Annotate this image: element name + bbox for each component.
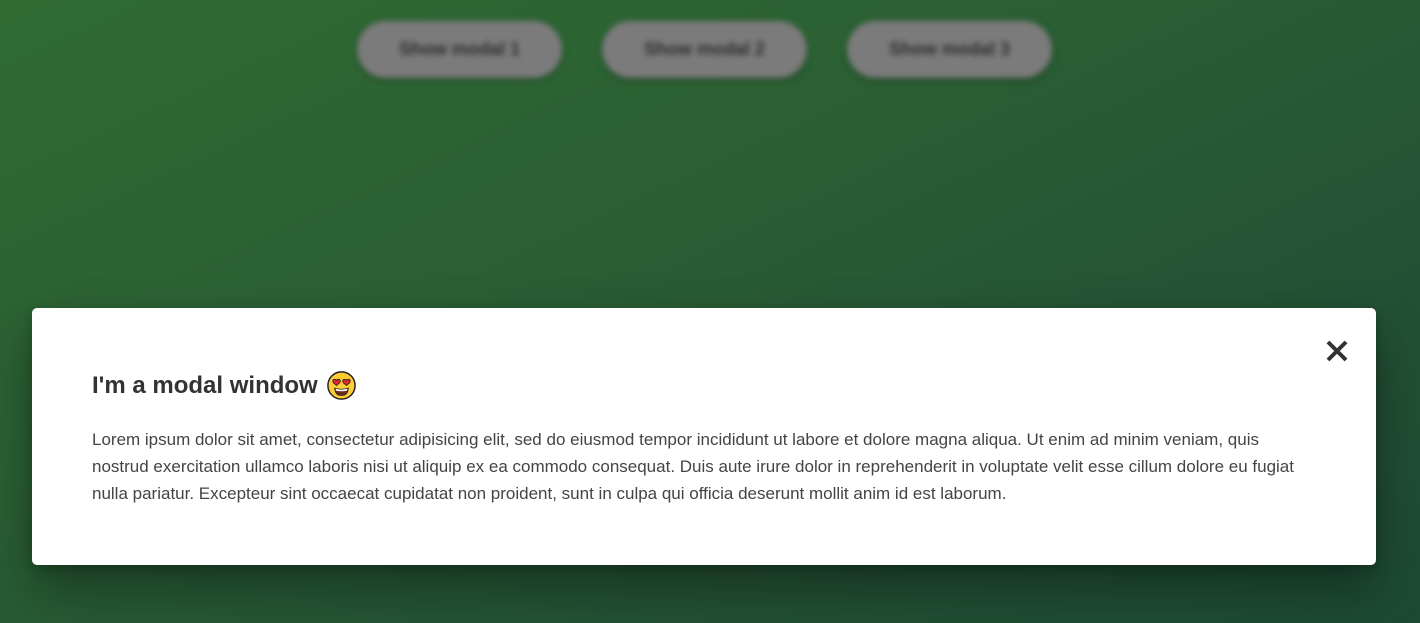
button-row: Show modal 1 Show modal 2 Show modal 3 <box>357 21 1052 78</box>
close-button[interactable] <box>1320 334 1354 368</box>
modal-body-text: Lorem ipsum dolor sit amet, consectetur … <box>92 430 1294 503</box>
show-modal-1-button[interactable]: Show modal 1 <box>357 21 562 78</box>
close-icon <box>1326 340 1348 362</box>
modal-title-text: I'm a modal window <box>92 371 318 399</box>
heart-eyes-emoji-icon <box>326 371 356 400</box>
modal-window: I'm a modal window Lorem ipsum dolor sit… <box>32 308 1376 565</box>
show-modal-3-button[interactable]: Show modal 3 <box>847 21 1052 78</box>
modal-title: I'm a modal window <box>92 371 356 400</box>
show-modal-2-button[interactable]: Show modal 2 <box>602 21 807 78</box>
